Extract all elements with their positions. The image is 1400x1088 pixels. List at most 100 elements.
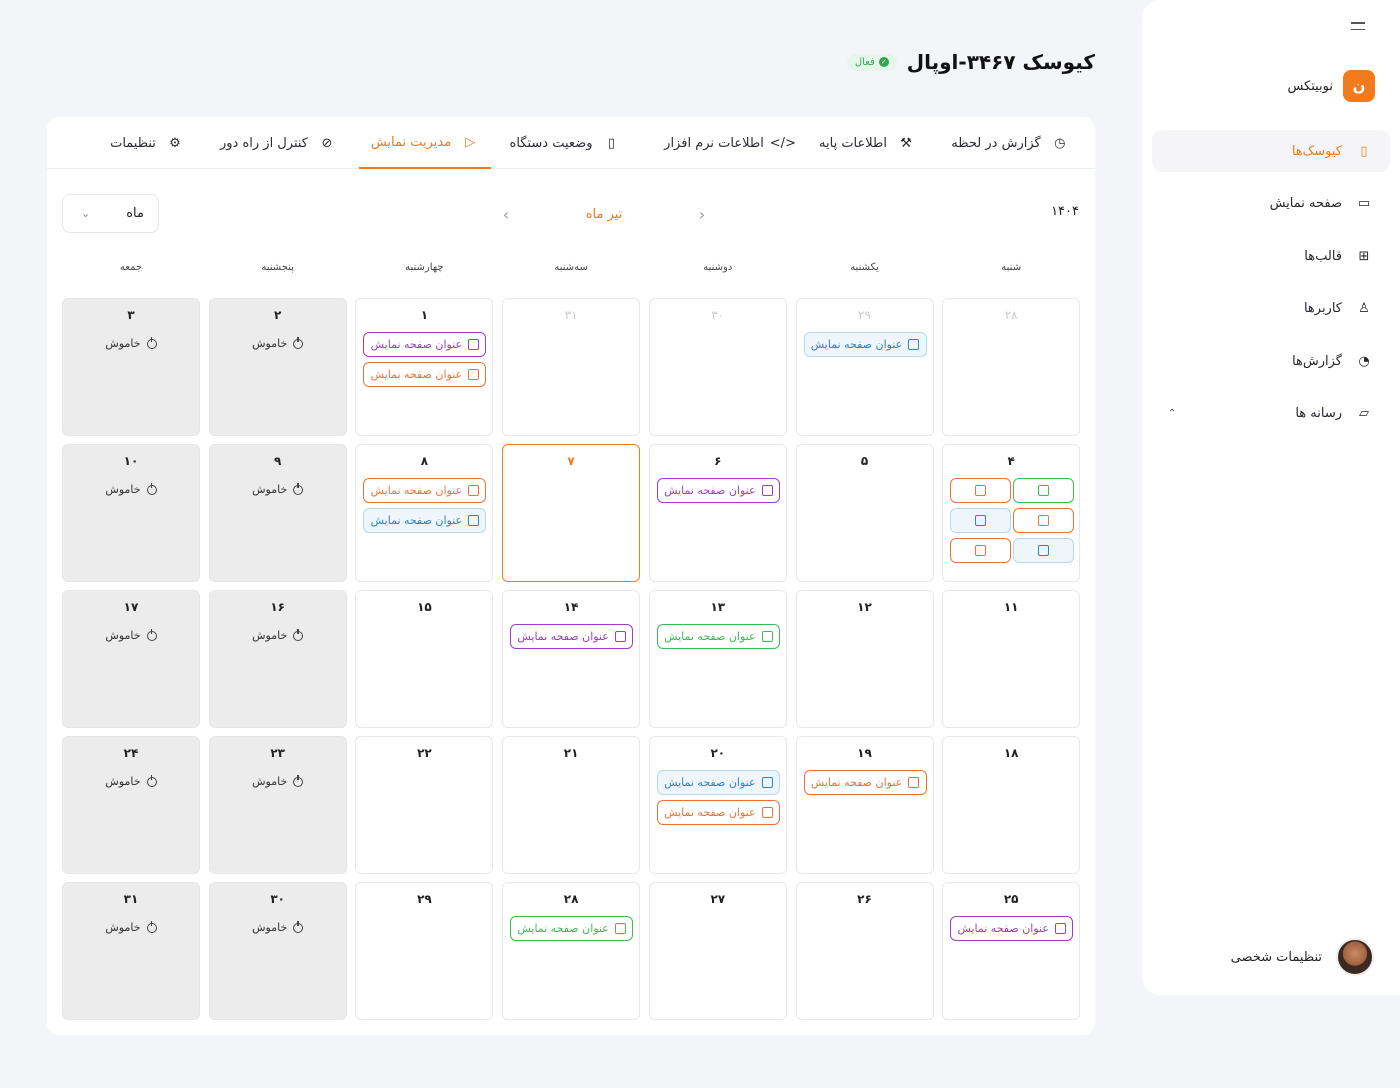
chevron-up-icon[interactable]: ⌃ bbox=[1168, 408, 1176, 419]
tab-label: مدیریت نمایش bbox=[370, 134, 452, 150]
calendar-day[interactable]: ۱۹ عنوان صفحه نمایش bbox=[795, 736, 934, 874]
day-number: ۸ bbox=[420, 454, 429, 468]
event-chip[interactable]: عنوان صفحه نمایش bbox=[803, 332, 927, 357]
display-icon bbox=[468, 485, 480, 496]
calendar-day[interactable]: ۳۰ خاموش bbox=[208, 882, 347, 1020]
event-title: عنوان صفحه نمایش bbox=[370, 368, 463, 381]
sidebar-item-label: قالب‌ها bbox=[1304, 248, 1342, 264]
calendar-day[interactable]: ۱ عنوان صفحه نمایش عنوان صفحه نمایش bbox=[355, 298, 494, 436]
day-number: ۹ bbox=[274, 454, 282, 468]
sidebar-item-5[interactable]: ▱ رسانه ها ⌃ bbox=[1152, 393, 1390, 435]
tab-2[interactable]: </> اطلاعات نرم افزار bbox=[657, 117, 799, 169]
event-chip[interactable]: عنوان صفحه نمایش bbox=[803, 770, 927, 795]
display-icon bbox=[761, 631, 773, 642]
calendar-day[interactable]: ۵ bbox=[795, 444, 934, 582]
chevron-left-icon[interactable]: ‹ bbox=[499, 205, 513, 224]
power-icon bbox=[293, 336, 304, 349]
calendar-day[interactable]: ۲۹ عنوان صفحه نمایش bbox=[795, 298, 934, 436]
event-chip-compact[interactable] bbox=[950, 508, 1012, 533]
calendar-day[interactable]: ۳۱ bbox=[502, 298, 641, 436]
tab-6[interactable]: ⚙ تنظیمات bbox=[97, 117, 197, 169]
event-chip[interactable]: عنوان صفحه نمایش bbox=[510, 624, 634, 649]
day-number: ۱۵ bbox=[417, 600, 432, 614]
sidebar-item-0[interactable]: ▯ کیوسک‌ها bbox=[1152, 130, 1390, 172]
play-icon: ▷ bbox=[465, 134, 476, 150]
calendar-day[interactable]: ۶ عنوان صفحه نمایش bbox=[648, 444, 787, 582]
sidebar-item-1[interactable]: ▭ صفحه نمایش bbox=[1152, 183, 1390, 225]
event-chip[interactable]: عنوان صفحه نمایش bbox=[363, 508, 487, 533]
brand: ن نوبیتکس bbox=[1287, 70, 1375, 102]
day-number: ۲۱ bbox=[563, 746, 579, 760]
event-chip-compact[interactable] bbox=[1013, 508, 1075, 533]
day-number: ۱۲ bbox=[857, 600, 872, 614]
tab-0[interactable]: ◷ گزارش در لحظه bbox=[945, 117, 1075, 169]
calendar-day[interactable]: ۳۰ bbox=[648, 298, 787, 436]
calendar-day[interactable]: ۲ خاموش bbox=[208, 298, 347, 436]
tab-1[interactable]: ⚒ اطلاعات پایه bbox=[809, 117, 925, 169]
calendar-day[interactable]: ۱۱ bbox=[942, 590, 1081, 728]
sidebar-item-4[interactable]: ◔ گزارش‌ها bbox=[1152, 340, 1390, 382]
power-icon bbox=[146, 336, 157, 349]
calendar-day[interactable]: ۸ عنوان صفحه نمایش عنوان صفحه نمایش bbox=[355, 444, 494, 582]
event-chip-compact[interactable] bbox=[1013, 538, 1075, 563]
year-label: ۱۴۰۴ bbox=[1051, 204, 1079, 219]
view-select-value: ماه bbox=[126, 206, 144, 221]
calendar-day[interactable]: ۲۳ خاموش bbox=[208, 736, 347, 874]
event-chip-compact[interactable] bbox=[1013, 478, 1075, 503]
display-icon bbox=[614, 631, 626, 642]
event-chip[interactable]: عنوان صفحه نمایش bbox=[363, 478, 487, 503]
event-title: عنوان صفحه نمایش bbox=[370, 514, 463, 527]
event-chip[interactable]: عنوان صفحه نمایش bbox=[950, 916, 1074, 941]
tab-5[interactable]: ⊘ کنترل از راه دور bbox=[217, 117, 339, 169]
tab-3[interactable]: ▯ وضعیت دستگاه bbox=[504, 117, 626, 169]
profile-settings[interactable]: تنظیمات شخصی bbox=[1231, 938, 1374, 976]
event-chip-compact[interactable] bbox=[950, 478, 1012, 503]
calendar-day[interactable]: ۱۴ عنوان صفحه نمایش bbox=[502, 590, 641, 728]
power-status-label: خاموش bbox=[105, 483, 141, 496]
calendar-day[interactable]: ۴ bbox=[942, 444, 1081, 582]
view-select[interactable]: ⌄ ماه bbox=[62, 194, 159, 233]
event-chip-compact[interactable] bbox=[950, 538, 1012, 563]
calendar-day[interactable]: ۲۹ bbox=[355, 882, 494, 1020]
calendar-day[interactable]: ۱۸ bbox=[942, 736, 1081, 874]
chevron-right-icon[interactable]: › bbox=[695, 205, 709, 224]
calendar-day[interactable]: ۲۸ عنوان صفحه نمایش bbox=[502, 882, 641, 1020]
calendar-day[interactable]: ۲۵ عنوان صفحه نمایش bbox=[942, 882, 1081, 1020]
event-chip[interactable]: عنوان صفحه نمایش bbox=[363, 332, 487, 357]
calendar-day[interactable]: ۲۲ bbox=[355, 736, 494, 874]
calendar-day[interactable]: ۱۶ خاموش bbox=[208, 590, 347, 728]
calendar-day[interactable]: ۷ bbox=[502, 444, 641, 582]
power-status: خاموش bbox=[63, 482, 199, 496]
day-number: ۳۱ bbox=[123, 892, 139, 906]
sidebar-item-label: کیوسک‌ها bbox=[1291, 143, 1342, 159]
calendar-day[interactable]: ۳۱ خاموش bbox=[62, 882, 200, 1020]
sidebar-item-label: صفحه نمایش bbox=[1269, 196, 1342, 211]
calendar-day[interactable]: ۱۰ خاموش bbox=[62, 444, 200, 582]
event-chip[interactable]: عنوان صفحه نمایش bbox=[656, 624, 780, 649]
calendar-day[interactable]: ۲۶ bbox=[795, 882, 934, 1020]
power-status: خاموش bbox=[210, 336, 346, 350]
power-icon bbox=[146, 482, 157, 495]
grid-icon: ⊞ bbox=[1358, 248, 1370, 264]
calendar-day[interactable]: ۳ خاموش bbox=[62, 298, 200, 436]
calendar-day[interactable]: ۱۳ عنوان صفحه نمایش bbox=[648, 590, 787, 728]
calendar-day[interactable]: ۱۲ bbox=[795, 590, 934, 728]
sidebar-item-2[interactable]: ⊞ قالب‌ها bbox=[1152, 235, 1390, 277]
event-chip[interactable]: عنوان صفحه نمایش bbox=[510, 916, 634, 941]
event-chip[interactable]: عنوان صفحه نمایش bbox=[656, 770, 780, 795]
calendar-day[interactable]: ۲۷ bbox=[648, 882, 787, 1020]
event-chip[interactable]: عنوان صفحه نمایش bbox=[363, 362, 487, 387]
tab-4[interactable]: ▷ مدیریت نمایش bbox=[359, 117, 491, 169]
event-chip[interactable]: عنوان صفحه نمایش bbox=[656, 800, 780, 825]
event-chip[interactable]: عنوان صفحه نمایش bbox=[656, 478, 780, 503]
calendar-day[interactable]: ۱۵ bbox=[355, 590, 494, 728]
menu-icon[interactable] bbox=[1346, 14, 1370, 38]
calendar-day[interactable]: ۱۷ خاموش bbox=[62, 590, 200, 728]
calendar-day[interactable]: ۲۸ bbox=[942, 298, 1081, 436]
calendar-day[interactable]: ۲۴ خاموش bbox=[62, 736, 200, 874]
event-title: عنوان صفحه نمایش bbox=[517, 630, 609, 643]
calendar-day[interactable]: ۲۰ عنوان صفحه نمایش عنوان صفحه نمایش bbox=[648, 736, 787, 874]
sidebar-item-3[interactable]: ♙ کاربرها bbox=[1152, 288, 1390, 330]
calendar-day[interactable]: ۹ خاموش bbox=[208, 444, 347, 582]
calendar-day[interactable]: ۲۱ bbox=[502, 736, 641, 874]
